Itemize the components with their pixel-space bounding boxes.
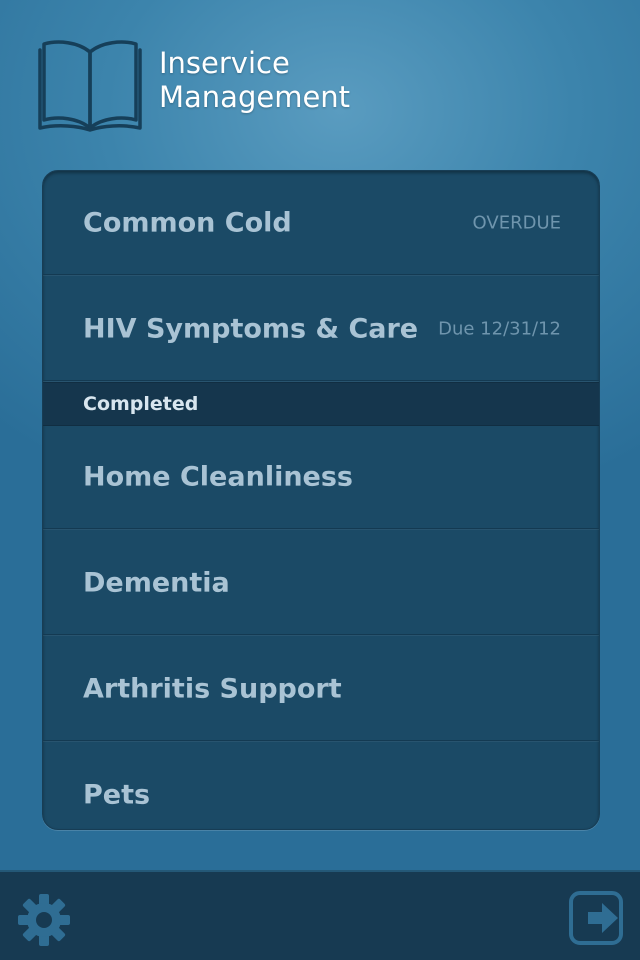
list-item-label: Arthritis Support bbox=[83, 673, 342, 704]
app-title: Inservice Management bbox=[159, 46, 350, 114]
app-header: Inservice Management bbox=[0, 0, 640, 170]
list-item-home-cleanliness[interactable]: Home Cleanliness bbox=[43, 425, 599, 529]
app-title-line1: Inservice bbox=[159, 46, 290, 80]
settings-button[interactable] bbox=[16, 892, 72, 948]
footer-toolbar bbox=[0, 870, 640, 960]
section-label: Completed bbox=[83, 393, 199, 415]
exit-icon bbox=[569, 891, 623, 945]
list-item-arthritis-support[interactable]: Arthritis Support bbox=[43, 637, 599, 741]
list-item-common-cold[interactable]: Common Cold OVERDUE bbox=[43, 171, 599, 275]
inservice-list: Common Cold OVERDUE HIV Symptoms & Care … bbox=[42, 170, 600, 830]
book-icon bbox=[38, 40, 142, 132]
list-item-label: Pets bbox=[83, 779, 151, 811]
list-item-hiv-symptoms-care[interactable]: HIV Symptoms & Care Due 12/31/12 bbox=[43, 277, 599, 381]
completed-section-header: Completed bbox=[43, 382, 599, 426]
list-item-label: Common Cold bbox=[83, 207, 292, 238]
list-item-label: Home Cleanliness bbox=[83, 461, 353, 492]
due-date: Due 12/31/12 bbox=[438, 318, 561, 339]
list-item-label: Dementia bbox=[83, 567, 230, 598]
list-item-dementia[interactable]: Dementia bbox=[43, 531, 599, 635]
logout-button[interactable] bbox=[568, 890, 626, 948]
gear-icon bbox=[18, 894, 70, 946]
list-item-pets[interactable]: Pets bbox=[43, 743, 599, 829]
status-badge: OVERDUE bbox=[472, 212, 561, 233]
app-title-line2: Management bbox=[159, 80, 351, 114]
list-item-label: HIV Symptoms & Care bbox=[83, 313, 419, 344]
